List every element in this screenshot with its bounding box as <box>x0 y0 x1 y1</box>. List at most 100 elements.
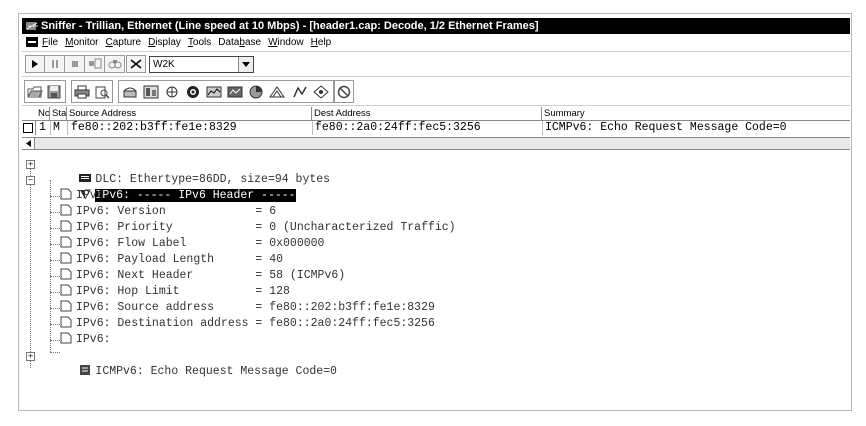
floppy-disk-icon <box>47 85 61 98</box>
standard-toolbar <box>22 78 850 106</box>
menu-capture[interactable]: Capture <box>105 37 141 48</box>
open-button[interactable] <box>25 82 45 101</box>
application-response-time-button[interactable] <box>204 82 224 101</box>
document-icon <box>60 236 72 248</box>
document-icon <box>60 204 72 216</box>
cell-status: M <box>53 121 60 134</box>
dashboard-gauge-icon <box>143 85 159 98</box>
pause-capture-button[interactable] <box>45 55 65 73</box>
tree-field[interactable]: IPv6: Destination address = fe80::2a0:24… <box>60 316 435 332</box>
tree-field[interactable]: IPv6: Hop Limit = 128 <box>60 284 290 300</box>
packet-list-header: No. Stat Source Address Dest Address Sum… <box>22 107 850 121</box>
expand-dlc-toggle[interactable]: + <box>26 160 35 169</box>
cell-dest: fe80::2a0:24ff:fec5:3256 <box>315 121 481 134</box>
app-sniffer-icon[interactable] <box>25 20 39 32</box>
menu-monitor[interactable]: Monitor <box>65 37 98 48</box>
column-header-dest[interactable]: Dest Address <box>312 107 542 120</box>
document-system-menu-icon[interactable] <box>26 37 38 48</box>
expert-icon <box>313 84 329 99</box>
document-icon <box>60 188 72 200</box>
tree-field[interactable]: IPv6: Version = 6 <box>60 204 276 220</box>
filter-profile-select[interactable]: W2K <box>149 56 254 73</box>
menu-help[interactable]: Help <box>311 37 332 48</box>
table-row[interactable]: 1 M fe80::202:b3ff:fe1e:8329 fe80::2a0:2… <box>22 121 850 135</box>
document-icon <box>60 252 72 264</box>
stop-capture-button[interactable] <box>65 55 85 73</box>
sniffer-window: Sniffer - Trillian, Ethernet (Line speed… <box>18 13 852 411</box>
cell-source: fe80::202:b3ff:fe1e:8329 <box>71 121 237 134</box>
dashboard-button[interactable] <box>141 82 161 101</box>
tree-field[interactable]: IPv6: Flow Label = 0x000000 <box>60 236 324 252</box>
host-table-icon <box>166 86 178 97</box>
history-samples-button[interactable] <box>225 82 245 101</box>
pause-icon <box>51 60 58 68</box>
column-header-no[interactable]: No. <box>36 107 50 120</box>
scroll-left-arrow-icon[interactable] <box>22 138 35 149</box>
play-icon <box>32 60 38 68</box>
chevron-down-icon[interactable] <box>238 57 253 72</box>
tree-field[interactable]: IPv6: Payload Length = 40 <box>60 252 283 268</box>
cell-no: 1 <box>39 121 46 134</box>
stop-display-icon <box>88 58 101 69</box>
menu-tools[interactable]: Tools <box>188 37 211 48</box>
tree-node-icmpv6[interactable]: ICMPv6: Echo Request Message Code=0 <box>38 348 337 378</box>
global-statistics-button[interactable] <box>267 82 287 101</box>
filter-scissors-icon <box>130 59 142 69</box>
title-bar[interactable]: Sniffer - Trillian, Ethernet (Line speed… <box>22 18 850 34</box>
document-icon <box>60 284 72 296</box>
matrix-button[interactable] <box>183 82 203 101</box>
binoculars-icon <box>108 60 121 69</box>
printer-icon <box>74 85 90 98</box>
open-folder-icon <box>27 86 43 97</box>
column-header-status[interactable]: Stat <box>50 107 67 120</box>
protocol-distribution-button[interactable] <box>246 82 266 101</box>
matrix-icon <box>187 85 199 98</box>
tree-field[interactable]: IPv6: <box>60 332 111 348</box>
tree-field[interactable]: IPv6: <box>60 188 111 204</box>
print-preview-button[interactable] <box>92 82 112 101</box>
print-preview-icon <box>95 86 110 99</box>
document-icon <box>60 268 72 280</box>
cell-summary: ICMPv6: Echo Request Message Code=0 <box>545 121 787 134</box>
reset-button[interactable] <box>334 82 354 101</box>
menu-display[interactable]: Display <box>148 37 181 48</box>
menu-file[interactable]: File <box>42 37 58 48</box>
stop-icon <box>71 61 78 67</box>
tree-field[interactable]: IPv6: Next Header = 58 (ICMPv6) <box>60 268 345 284</box>
packet-list-scrollbar[interactable] <box>22 137 850 150</box>
protocol-distribution-icon <box>249 85 263 98</box>
expand-icmpv6-toggle[interactable]: + <box>26 352 35 361</box>
tree-node-dlc[interactable]: DLC: Ethertype=86DD, size=94 bytes <box>38 156 330 186</box>
print-button[interactable] <box>72 82 92 101</box>
document-icon <box>60 220 72 232</box>
address-book-icon <box>123 87 137 97</box>
tree-field[interactable]: IPv6: Source address = fe80::202:b3ff:fe… <box>60 300 435 316</box>
menu-bar: File Monitor Capture Display Tools Database Wi… <box>22 35 850 51</box>
collapse-ipv6-toggle[interactable]: − <box>26 176 35 185</box>
document-icon <box>60 332 72 344</box>
filter-profile-value: W2K <box>153 59 175 70</box>
capture-toolbar: W2K <box>22 51 850 77</box>
column-header-source[interactable]: Source Address <box>67 107 312 120</box>
stop-and-display-button[interactable] <box>85 55 105 73</box>
save-button[interactable] <box>44 82 64 101</box>
menu-database[interactable]: Database <box>218 37 261 48</box>
response-time-icon <box>206 86 222 97</box>
row-checkbox[interactable] <box>23 121 33 135</box>
decode-tree: + DLC: Ethertype=86DD, size=94 bytes − I… <box>22 156 850 406</box>
tree-field[interactable]: IPv6: Priority = 0 (Uncharacterized Traf… <box>60 220 456 236</box>
column-header-summary[interactable]: Summary <box>542 107 850 120</box>
history-samples-icon <box>227 86 243 97</box>
display-capture-button[interactable] <box>105 55 125 73</box>
document-icon <box>60 316 72 328</box>
expert-button[interactable] <box>311 82 331 101</box>
menu-window[interactable]: Window <box>268 37 304 48</box>
reset-icon <box>337 85 351 98</box>
alarm-log-button[interactable] <box>290 82 310 101</box>
start-capture-button[interactable] <box>25 55 45 73</box>
host-table-button[interactable] <box>162 82 182 101</box>
define-filter-button[interactable] <box>126 55 146 73</box>
tree-node-ipv6-header[interactable]: IPv6: ----- IPv6 Header ----- <box>38 172 296 202</box>
alarm-log-icon <box>293 85 307 97</box>
address-book-button[interactable] <box>120 82 140 101</box>
